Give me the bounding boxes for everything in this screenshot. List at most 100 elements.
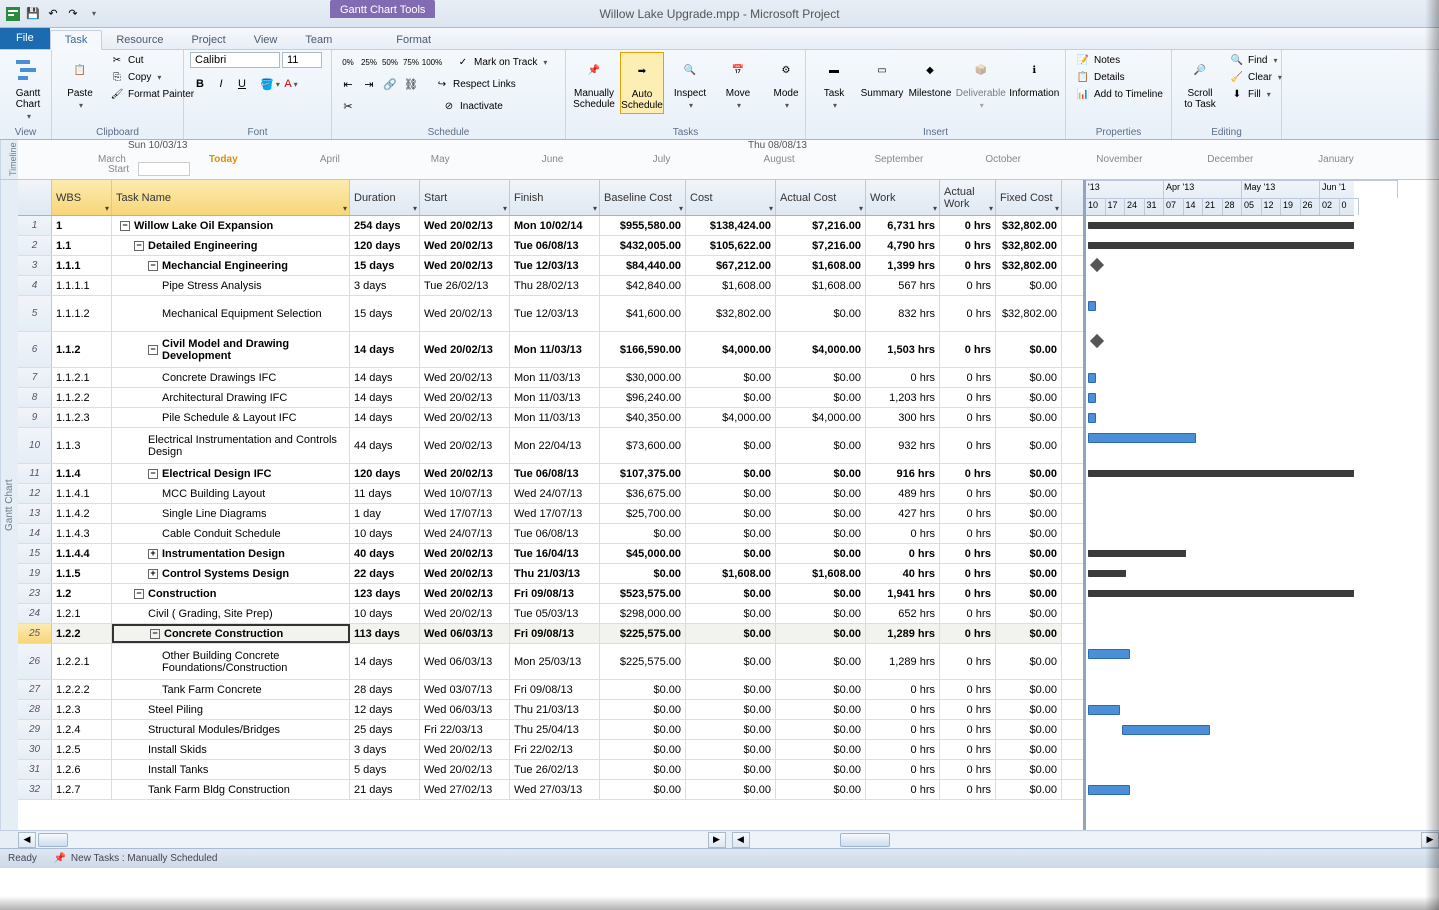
bold-button[interactable]: B xyxy=(190,74,210,94)
cell-duration[interactable]: 14 days xyxy=(350,408,420,427)
scroll-left-button[interactable]: ◀ xyxy=(18,832,36,848)
grid-hscroll-track[interactable] xyxy=(36,832,708,848)
col-start[interactable]: Start▾ xyxy=(420,180,510,215)
cell-work[interactable]: 0 hrs xyxy=(866,524,940,543)
filter-icon[interactable]: ▾ xyxy=(1055,204,1059,213)
cell-work[interactable]: 916 hrs xyxy=(866,464,940,483)
cell-actual-work[interactable]: 0 hrs xyxy=(940,680,996,699)
cell-work[interactable]: 567 hrs xyxy=(866,276,940,295)
cell-wbs[interactable]: 1.1.4.3 xyxy=(52,524,112,543)
col-cost[interactable]: Cost▾ xyxy=(686,180,776,215)
fill-button[interactable]: ⬇Fill xyxy=(1226,86,1286,102)
cell-actual-cost[interactable]: $0.00 xyxy=(776,524,866,543)
cell-cost[interactable]: $0.00 xyxy=(686,544,776,563)
cell-wbs[interactable]: 1.1.2.2 xyxy=(52,388,112,407)
table-row[interactable]: 301.2.5Install Skids3 daysWed 20/02/13Fr… xyxy=(18,740,1083,760)
cell-work[interactable]: 0 hrs xyxy=(866,368,940,387)
row-number[interactable]: 14 xyxy=(18,524,52,543)
mark-on-track-button[interactable]: ✓Mark on Track xyxy=(452,52,551,72)
cell-fixed-cost[interactable]: $0.00 xyxy=(996,464,1062,483)
cell-actual-work[interactable]: 0 hrs xyxy=(940,464,996,483)
cell-fixed-cost[interactable]: $0.00 xyxy=(996,504,1062,523)
cell-work[interactable]: 1,399 hrs xyxy=(866,256,940,275)
gantt-hscroll-thumb[interactable] xyxy=(840,833,890,847)
cell-wbs[interactable]: 1.1.1.2 xyxy=(52,296,112,331)
gantt-scroll-right-button[interactable]: ▶ xyxy=(1421,832,1439,848)
cell-task-name[interactable]: Pile Schedule & Layout IFC xyxy=(112,408,350,427)
cell-start[interactable]: Wed 20/02/13 xyxy=(420,584,510,603)
cell-actual-cost[interactable]: $0.00 xyxy=(776,296,866,331)
cell-fixed-cost[interactable]: $32,802.00 xyxy=(996,256,1062,275)
cell-duration[interactable]: 123 days xyxy=(350,584,420,603)
outline-toggle[interactable]: − xyxy=(148,345,158,355)
col-actual-work[interactable]: Actual Work▾ xyxy=(940,180,996,215)
gantt-bar[interactable] xyxy=(1088,590,1354,597)
cell-finish[interactable]: Thu 28/02/13 xyxy=(510,276,600,295)
cell-actual-work[interactable]: 0 hrs xyxy=(940,236,996,255)
tab-project[interactable]: Project xyxy=(177,31,239,49)
cell-work[interactable]: 0 hrs xyxy=(866,720,940,739)
gantt-milestone[interactable] xyxy=(1090,334,1104,348)
outline-toggle[interactable]: − xyxy=(134,241,144,251)
cell-finish[interactable]: Wed 17/07/13 xyxy=(510,504,600,523)
table-row[interactable]: 141.1.4.3Cable Conduit Schedule10 daysWe… xyxy=(18,524,1083,544)
row-number[interactable]: 1 xyxy=(18,216,52,235)
cell-finish[interactable]: Mon 11/03/13 xyxy=(510,408,600,427)
row-number[interactable]: 19 xyxy=(18,564,52,583)
font-color-button[interactable]: A xyxy=(281,74,301,94)
cell-duration[interactable]: 113 days xyxy=(350,624,420,643)
cell-cost[interactable]: $0.00 xyxy=(686,484,776,503)
cell-work[interactable]: 1,203 hrs xyxy=(866,388,940,407)
cell-work[interactable]: 0 hrs xyxy=(866,780,940,799)
timeline-body[interactable]: Sun 10/03/13 Thu 08/08/13 MarchTodayApri… xyxy=(18,140,1439,179)
cell-duration[interactable]: 5 days xyxy=(350,760,420,779)
cell-baseline-cost[interactable]: $523,575.00 xyxy=(600,584,686,603)
font-name-select[interactable]: Calibri xyxy=(190,52,280,68)
table-row[interactable]: 271.2.2.2Tank Farm Concrete28 daysWed 03… xyxy=(18,680,1083,700)
pct-100-button[interactable]: 100% xyxy=(422,52,442,72)
cell-work[interactable]: 489 hrs xyxy=(866,484,940,503)
cell-finish[interactable]: Thu 21/03/13 xyxy=(510,700,600,719)
cell-wbs[interactable]: 1.2.2.2 xyxy=(52,680,112,699)
cell-finish[interactable]: Tue 06/08/13 xyxy=(510,236,600,255)
paste-button[interactable]: 📋 Paste xyxy=(58,52,102,112)
cell-wbs[interactable]: 1.2.2.1 xyxy=(52,644,112,679)
cell-fixed-cost[interactable]: $0.00 xyxy=(996,760,1062,779)
cell-start[interactable]: Wed 20/02/13 xyxy=(420,408,510,427)
cell-baseline-cost[interactable]: $955,580.00 xyxy=(600,216,686,235)
cell-duration[interactable]: 254 days xyxy=(350,216,420,235)
cell-fixed-cost[interactable]: $0.00 xyxy=(996,428,1062,463)
details-button[interactable]: 📋Details xyxy=(1072,69,1167,85)
split-task-button[interactable]: ✂ xyxy=(338,96,358,116)
filter-icon[interactable]: ▾ xyxy=(503,204,507,213)
cell-work[interactable]: 932 hrs xyxy=(866,428,940,463)
cell-baseline-cost[interactable]: $0.00 xyxy=(600,780,686,799)
cell-start[interactable]: Wed 27/02/13 xyxy=(420,780,510,799)
indent-button[interactable]: ⇥ xyxy=(359,74,379,94)
cell-duration[interactable]: 22 days xyxy=(350,564,420,583)
cell-actual-cost[interactable]: $0.00 xyxy=(776,720,866,739)
row-number[interactable]: 15 xyxy=(18,544,52,563)
cell-actual-work[interactable]: 0 hrs xyxy=(940,484,996,503)
cell-wbs[interactable]: 1.1.5 xyxy=(52,564,112,583)
cell-start[interactable]: Wed 20/02/13 xyxy=(420,368,510,387)
cell-fixed-cost[interactable]: $0.00 xyxy=(996,740,1062,759)
find-button[interactable]: 🔍Find xyxy=(1226,52,1286,68)
cell-duration[interactable]: 10 days xyxy=(350,524,420,543)
cell-task-name[interactable]: Cable Conduit Schedule xyxy=(112,524,350,543)
cell-wbs[interactable]: 1.1.1 xyxy=(52,256,112,275)
table-row[interactable]: 61.1.2−Civil Model and Drawing Developme… xyxy=(18,332,1083,368)
cell-actual-work[interactable]: 0 hrs xyxy=(940,644,996,679)
table-row[interactable]: 231.2−Construction123 daysWed 20/02/13Fr… xyxy=(18,584,1083,604)
cell-actual-cost[interactable]: $0.00 xyxy=(776,464,866,483)
cell-cost[interactable]: $0.00 xyxy=(686,680,776,699)
scroll-right-button[interactable]: ▶ xyxy=(708,832,726,848)
cell-start[interactable]: Fri 22/03/13 xyxy=(420,720,510,739)
cell-actual-cost[interactable]: $0.00 xyxy=(776,760,866,779)
cell-actual-cost[interactable]: $4,000.00 xyxy=(776,332,866,367)
cell-finish[interactable]: Tue 06/08/13 xyxy=(510,464,600,483)
cell-wbs[interactable]: 1.1.4 xyxy=(52,464,112,483)
notes-button[interactable]: 📝Notes xyxy=(1072,52,1167,68)
cell-baseline-cost[interactable]: $84,440.00 xyxy=(600,256,686,275)
cell-cost[interactable]: $0.00 xyxy=(686,504,776,523)
